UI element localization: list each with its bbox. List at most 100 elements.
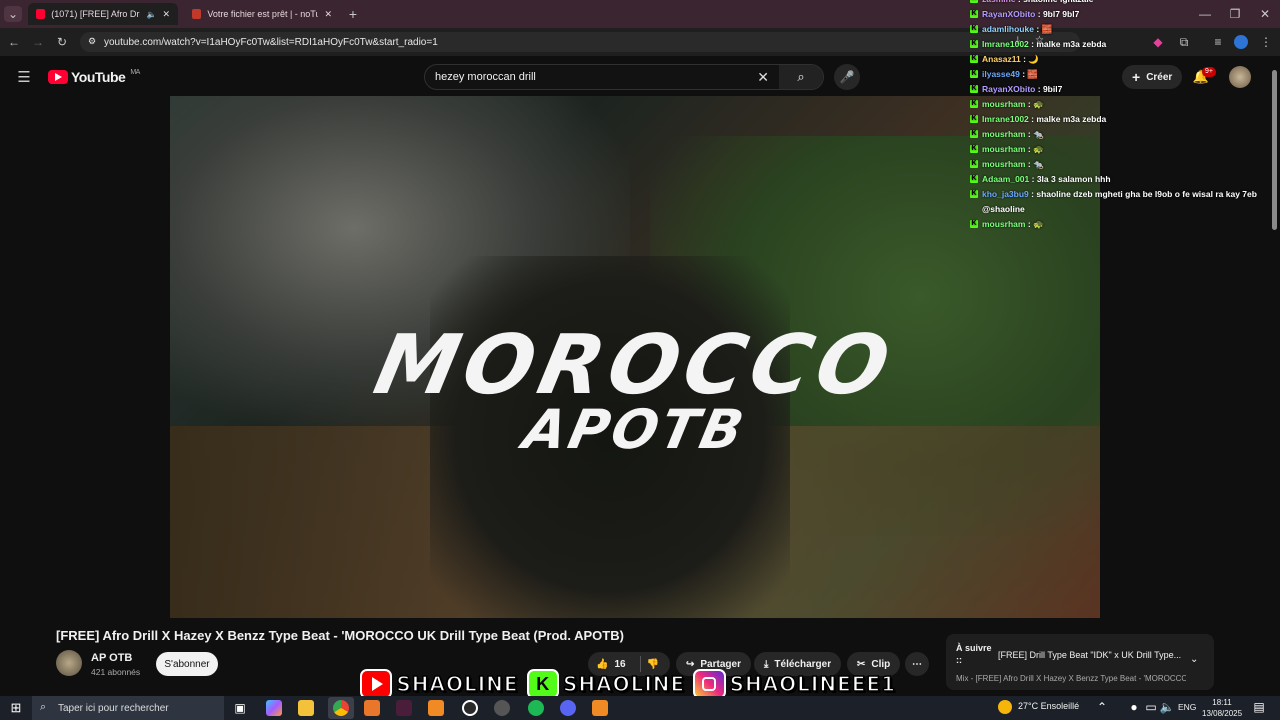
kick-social-icon: K	[526, 669, 559, 699]
new-tab-button[interactable]: +	[344, 6, 362, 22]
kick-badge-icon: K	[970, 220, 978, 228]
chevron-down-icon[interactable]: ⌄	[1190, 654, 1198, 665]
chat-username: kho_ja3bu9	[982, 189, 1029, 199]
kick-badge-icon: K	[970, 100, 978, 108]
up-next-prefix: À suivre ::	[956, 643, 992, 665]
chat-text: 🐢	[1033, 144, 1044, 154]
chat-message: K Imrane1002 : malke m3a zebda	[970, 37, 1270, 52]
logo-text: YouTube	[71, 69, 126, 85]
tab-youtube[interactable]: (1071) [FREE] Afro Drill X H 🔈 ✕	[28, 3, 178, 25]
clock[interactable]: 18:11 13/08/2025	[1202, 697, 1242, 719]
chat-message: K Anasaz11 : 🌙	[970, 52, 1270, 67]
microphone-tray-icon[interactable]: ●	[1128, 700, 1140, 714]
channel-name[interactable]: AP OTB	[91, 652, 132, 664]
country-code: MA	[130, 69, 140, 76]
notification-center-icon[interactable]: ▤	[1252, 700, 1266, 714]
network-icon[interactable]: ▭	[1144, 700, 1158, 714]
spotify-icon[interactable]	[528, 700, 544, 716]
app-icon[interactable]	[364, 700, 380, 716]
fl-studio-icon[interactable]	[592, 700, 608, 716]
copilot-icon[interactable]	[266, 700, 282, 716]
search-input[interactable]: hezey moroccan drill	[435, 71, 536, 83]
chat-text: malke m3a zebda	[1036, 114, 1107, 124]
site-info-icon[interactable]: ⚙	[88, 36, 96, 47]
instagram-handle: SHAOLINEEE1	[729, 671, 897, 697]
chat-message: Kadamlihouke : 🧱	[970, 22, 1270, 37]
chat-username: RayanXObito	[982, 9, 1036, 19]
kick-badge-icon: K	[970, 55, 978, 63]
up-next-title: [FREE] Drill Type Beat "IDK" x UK Drill …	[998, 650, 1182, 660]
chat-message-body: mousrham : 🐢	[982, 217, 1044, 232]
chat-message-body: RayanXObito : 9bl7 9bl7	[982, 7, 1079, 22]
tray-chevron-up-icon[interactable]: ⌃	[1096, 700, 1108, 714]
youtube-logo[interactable]: YouTube MA	[48, 69, 140, 85]
windows-start-icon[interactable]: ⊞	[8, 700, 24, 716]
chat-message-body: kho_ja3bu9 : shaoline dzeb mgheti gha be…	[982, 187, 1270, 217]
kick-badge-icon: K	[970, 40, 978, 48]
kick-badge-icon: K	[970, 160, 978, 168]
kick-badge-icon: K	[970, 70, 978, 78]
search-icon: ⌕	[797, 69, 805, 84]
chat-separator: :	[1025, 159, 1034, 169]
chat-message: K RayanXObito : 9bl7 9bl7	[970, 7, 1270, 22]
obs-icon[interactable]	[462, 700, 478, 716]
mic-icon: 🎤	[839, 70, 855, 84]
kick-badge-icon: K	[970, 0, 978, 3]
file-explorer-icon[interactable]	[298, 700, 314, 716]
subscriber-count: 421 abonnés	[91, 667, 141, 677]
speaker-icon[interactable]: 🔈	[146, 10, 156, 19]
chat-text: malke m3a zebda	[1036, 39, 1107, 49]
clock-time: 18:11	[1212, 698, 1232, 707]
chat-username: Anasaz11	[982, 54, 1021, 64]
youtube-social-icon	[360, 669, 393, 699]
app-icon[interactable]	[396, 700, 412, 716]
up-next-card[interactable]: À suivre :: [FREE] Drill Type Beat "IDK"…	[946, 634, 1214, 690]
clear-search-icon[interactable]: ✕	[757, 69, 769, 86]
close-tab-icon[interactable]: ✕	[162, 9, 170, 20]
channel-avatar[interactable]	[56, 650, 82, 676]
app-icon[interactable]	[494, 700, 510, 716]
notube-favicon-icon	[192, 9, 202, 19]
video-overlay-subtitle: APOTB	[518, 398, 752, 461]
youtube-favicon-icon	[36, 9, 46, 19]
page-scrollbar[interactable]	[1272, 70, 1277, 230]
chat-text: 9bl7 9bl7	[1042, 9, 1080, 19]
chat-username: Adaam_001	[982, 174, 1030, 184]
tab-search-icon[interactable]: ⌄	[4, 6, 22, 22]
chat-message: K RayanXObito : 9bil7	[970, 82, 1270, 97]
chat-username: Imrane1002	[982, 114, 1029, 124]
taskbar-search[interactable]: ⌕ Taper ici pour rechercher	[32, 696, 224, 720]
kick-badge-icon: K	[970, 145, 978, 153]
language-indicator[interactable]: ENG	[1178, 702, 1196, 712]
search-box[interactable]: hezey moroccan drill ✕ ⌕	[424, 64, 824, 90]
hamburger-menu-icon[interactable]: ☰	[14, 68, 34, 86]
chat-message: Kilyasse49 : 🧱	[970, 67, 1270, 82]
chat-message-body: zasmine : shaoline lghazale	[982, 0, 1094, 7]
more-actions-button[interactable]: ⋯	[905, 652, 929, 676]
kick-badge-icon: K	[970, 85, 978, 93]
chat-message: Kmousrham : 🐢	[970, 217, 1270, 232]
close-tab-icon[interactable]: ✕	[324, 9, 332, 20]
subscribe-button[interactable]: S'abonner	[156, 652, 218, 676]
fl-studio-icon[interactable]	[428, 700, 444, 716]
tab-notube[interactable]: Votre fichier est prêt | - noTube ✕	[184, 3, 340, 25]
kick-badge-icon: K	[970, 190, 978, 198]
task-view-icon[interactable]: ▣	[232, 700, 248, 716]
chat-message-body: mousrham : 🐀	[982, 127, 1044, 142]
sun-weather-icon[interactable]	[998, 700, 1012, 714]
forward-icon[interactable]: →	[30, 34, 46, 50]
url-bar[interactable]: ⚙ youtube.com/watch?v=I1aHOyFc0Tw&list=R…	[80, 32, 1080, 52]
weather-text[interactable]: 27°C Ensoleillé	[1018, 701, 1079, 711]
volume-icon[interactable]: 🔈	[1160, 700, 1175, 714]
chat-message: K Imrane1002 : malke m3a zebda	[970, 112, 1270, 127]
chat-separator: :	[1025, 144, 1034, 154]
chrome-icon[interactable]	[333, 700, 349, 716]
chat-message-body: ilyasse49 : 🧱	[982, 67, 1038, 82]
search-button[interactable]: ⌕	[779, 65, 823, 89]
reload-icon[interactable]: ↻	[54, 34, 70, 50]
voice-search-button[interactable]: 🎤	[834, 64, 860, 90]
chat-username: Imrane1002	[982, 39, 1029, 49]
discord-icon[interactable]	[560, 700, 576, 716]
tab-label: Votre fichier est prêt | - noTube	[207, 9, 319, 19]
back-icon[interactable]: ←	[6, 34, 22, 50]
